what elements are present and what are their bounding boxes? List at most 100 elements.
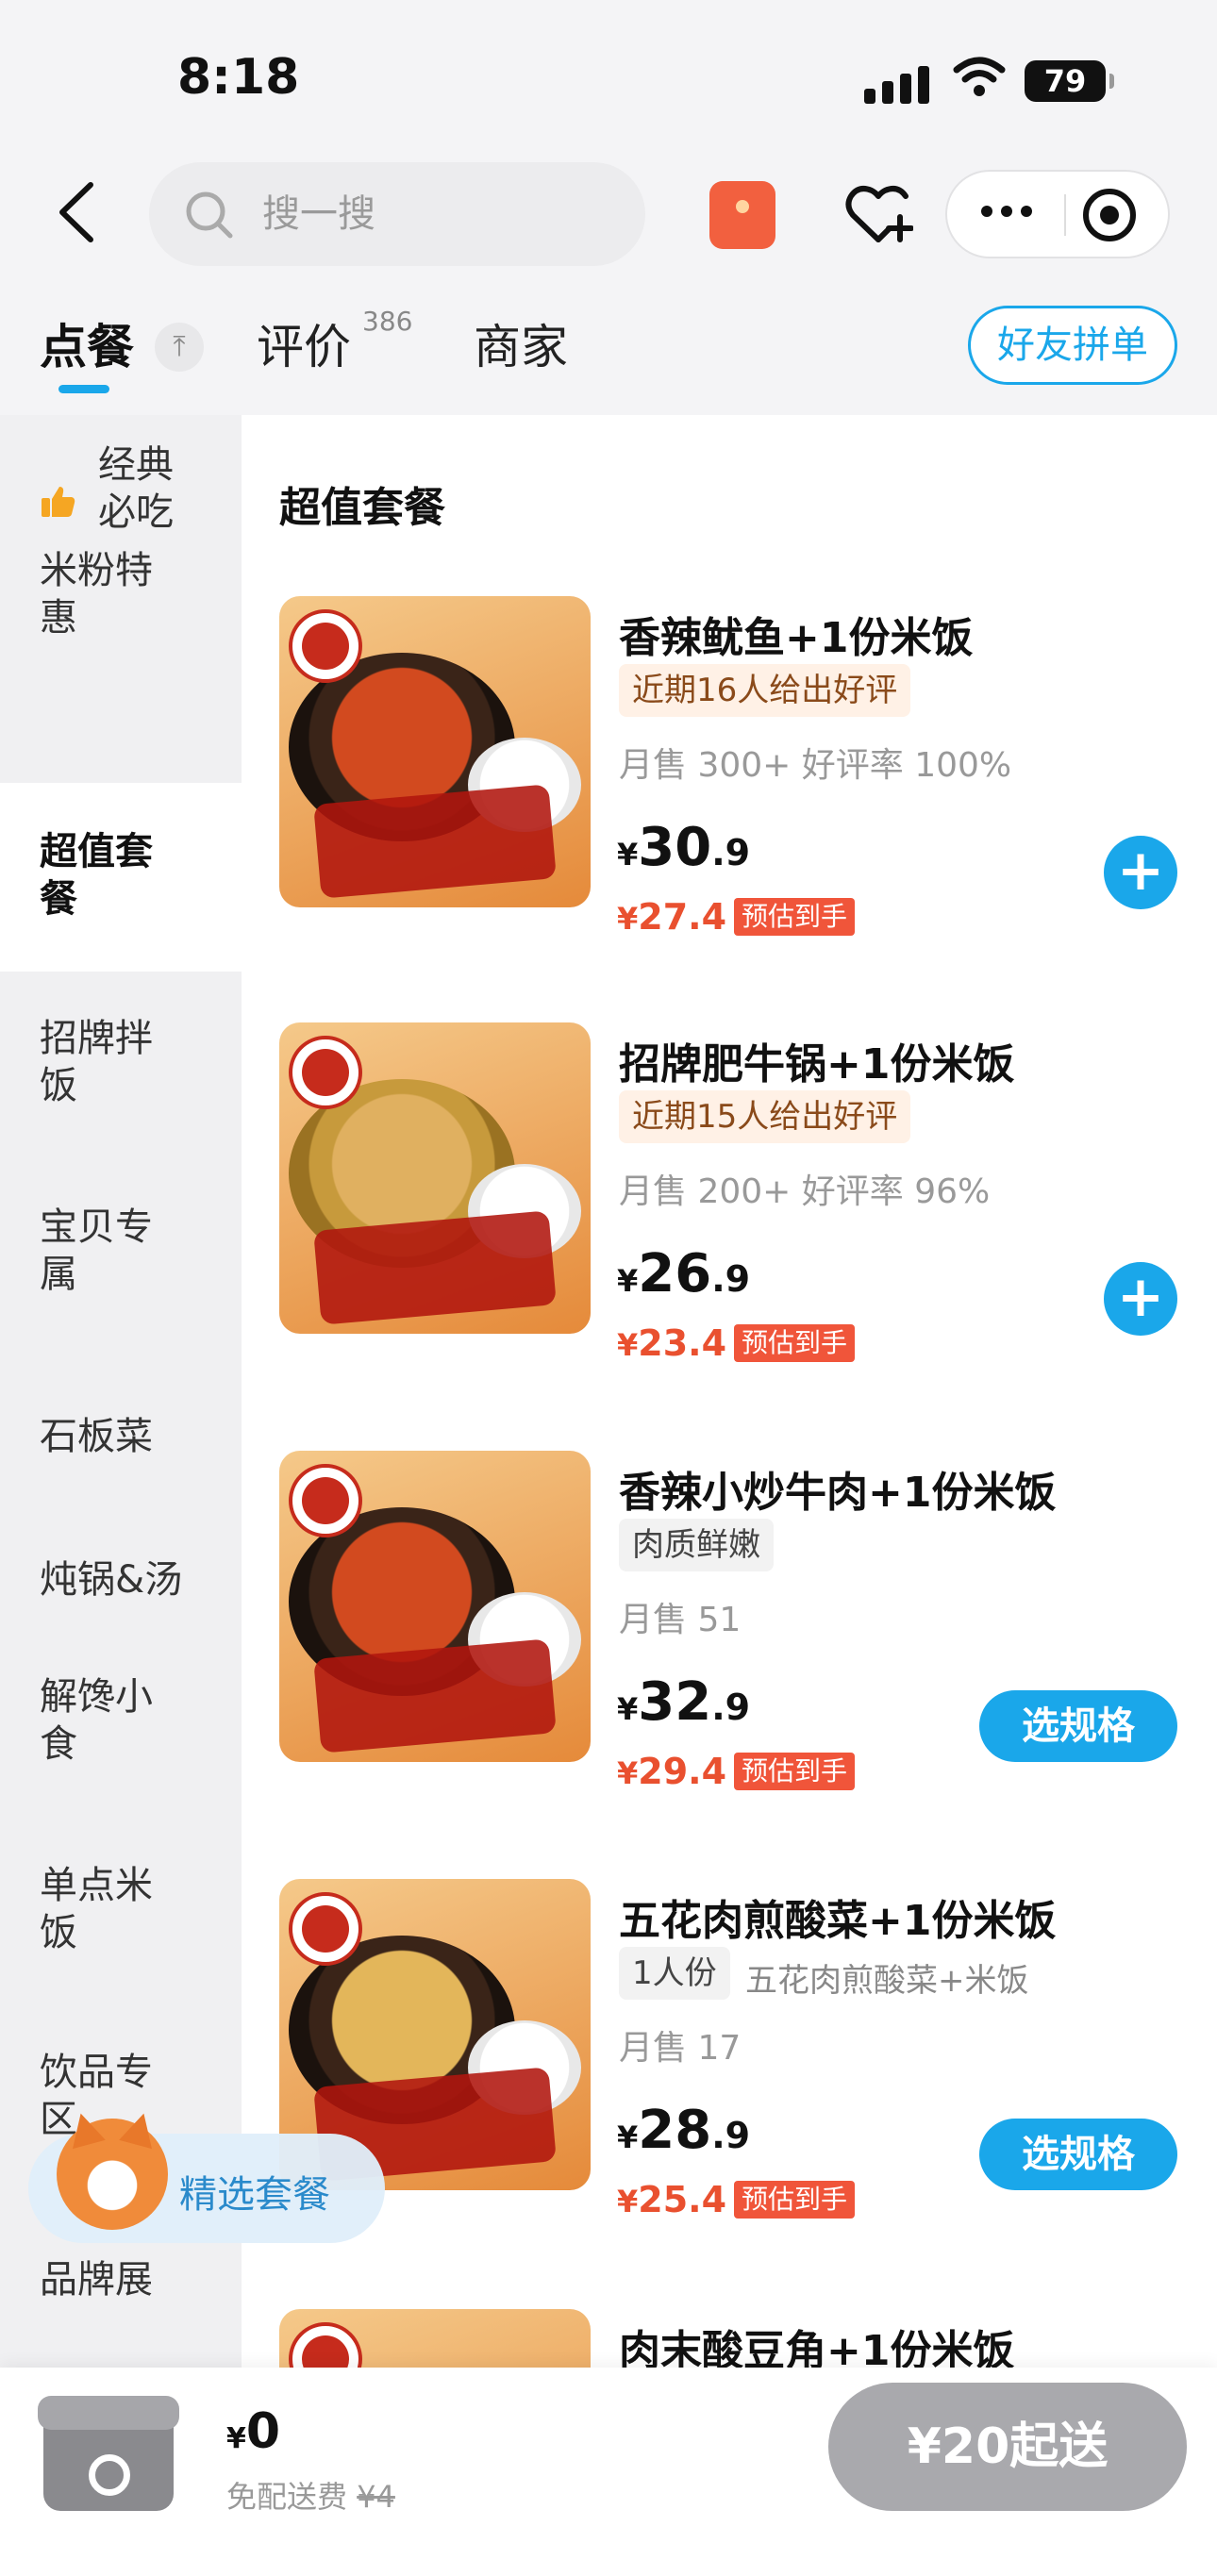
status-bar: 8:18 79 — [0, 0, 1217, 160]
product-name: 肉末酸豆角+1份米饭 — [619, 2327, 1015, 2368]
product-card[interactable]: 香辣小炒牛肉+1份米饭 肉质鲜嫩 月售 51 ¥32.9 ¥29.4 预估到手 选… — [242, 1451, 1217, 1877]
est-currency: ¥ — [617, 2184, 639, 2219]
price-currency: ¥ — [617, 837, 639, 873]
est-amount: 29.4 — [638, 1751, 727, 1792]
select-spec-button[interactable]: 选规格 — [979, 1690, 1177, 1762]
red-packet-icon[interactable] — [709, 181, 775, 249]
estimated-price: ¥27.4 预估到手 — [617, 896, 856, 938]
sidebar-item-value-set[interactable]: 超值套 餐 — [0, 828, 242, 922]
cart-icon[interactable] — [38, 2383, 179, 2515]
sidebar-item-rice-noodle[interactable]: 米粉特 惠 — [0, 547, 242, 641]
product-image[interactable] — [279, 2309, 591, 2368]
section-title: 超值套餐 — [279, 484, 445, 532]
product-tag: 1人份 — [619, 1947, 730, 2000]
delivery-original-fee: ¥4 — [357, 2479, 395, 2515]
est-amount: 25.4 — [638, 2179, 727, 2220]
est-currency: ¥ — [617, 1327, 639, 1363]
favorite-icon[interactable] — [843, 181, 913, 247]
product-name: 香辣鱿鱼+1份米饭 — [619, 614, 974, 662]
tab-reviews[interactable]: 评价 — [257, 309, 351, 377]
product-tag: 肉质鲜嫩 — [619, 1519, 774, 1571]
tab-shop[interactable]: 商家 — [474, 309, 568, 377]
tab-order[interactable]: 点餐 — [40, 309, 134, 377]
product-list: 超值套餐 香辣鱿鱼+1份米饭 近期16人给出好评 月售 300+ 好评率 100… — [242, 415, 1217, 2368]
capsule-divider — [1064, 194, 1066, 236]
est-amount: 23.4 — [638, 1322, 727, 1364]
battery-icon: 79 — [1025, 60, 1114, 102]
product-tag: 近期16人给出好评 — [619, 664, 911, 717]
fresh-made-seal — [289, 1892, 362, 1966]
total-amount: 0 — [245, 2403, 281, 2460]
price-currency: ¥ — [617, 1691, 639, 1727]
back-icon[interactable] — [53, 179, 100, 245]
estimated-price: ¥23.4 预估到手 — [617, 1322, 856, 1364]
product-card[interactable]: 招牌肥牛锅+1份米饭 近期15人给出好评 月售 200+ 好评率 96% ¥26… — [242, 1022, 1217, 1449]
shiba-mascot-icon — [57, 2119, 168, 2230]
pin-top-icon[interactable]: ⤒ — [155, 323, 204, 372]
product-card[interactable]: 五花肉煎酸菜+1份米饭 1人份 五花肉煎酸菜+米饭 月售 17 ¥28.9 ¥2… — [242, 1879, 1217, 2305]
product-tag: 近期15人给出好评 — [619, 1090, 911, 1143]
total-currency: ¥ — [226, 2422, 246, 2455]
image-banner — [313, 1210, 557, 1325]
product-sales: 月售 51 — [619, 1601, 742, 1639]
signal-icon — [864, 66, 929, 104]
estimated-price: ¥25.4 预估到手 — [617, 2179, 856, 2220]
delivery-fee: 免配送费 ¥4 — [226, 2473, 395, 2517]
sidebar-item-stone-plate[interactable]: 石板菜 — [0, 1413, 242, 1460]
featured-set-bubble[interactable]: 精选套餐 — [28, 2119, 385, 2243]
add-to-cart-button[interactable]: + — [1104, 1262, 1177, 1336]
wifi-icon — [953, 57, 1006, 96]
product-card[interactable]: 香辣鱿鱼+1份米饭 近期16人给出好评 月售 300+ 好评率 100% ¥30… — [242, 596, 1217, 1022]
search-input[interactable] — [262, 181, 621, 247]
fresh-made-seal — [289, 2322, 362, 2368]
minimum-order-button[interactable]: ¥20起送 — [828, 2383, 1187, 2511]
product-price: ¥32.9 — [617, 1671, 750, 1733]
fresh-made-seal — [289, 1036, 362, 1109]
product-image[interactable] — [279, 1022, 591, 1334]
est-amount: 27.4 — [638, 896, 727, 938]
sidebar-item-snacks[interactable]: 解馋小 食 — [0, 1673, 242, 1768]
estimated-price: ¥29.4 预估到手 — [617, 1751, 856, 1792]
add-to-cart-button[interactable]: + — [1104, 836, 1177, 909]
status-time: 8:18 — [177, 49, 300, 106]
delivery-label: 免配送费 — [226, 2479, 348, 2515]
price-decimal: .9 — [711, 832, 751, 873]
cart-bar: ¥0 免配送费 ¥4 ¥20起送 — [0, 2368, 1217, 2576]
featured-set-label: 精选套餐 — [179, 2173, 330, 2217]
est-badge: 预估到手 — [734, 2181, 856, 2219]
image-banner — [313, 784, 557, 899]
tab-bar: 点餐 ⤒ 评价 386 商家 好友拼单 — [0, 302, 1217, 415]
image-banner — [313, 1638, 557, 1753]
est-currency: ¥ — [617, 1755, 639, 1791]
sidebar-item-stew[interactable]: 炖锅&汤 — [0, 1556, 242, 1604]
est-currency: ¥ — [617, 901, 639, 937]
price-integer: 28 — [638, 2100, 712, 2161]
product-name: 香辣小炒牛肉+1份米饭 — [619, 1469, 1057, 1517]
reviews-count: 386 — [362, 306, 413, 337]
product-image[interactable] — [279, 596, 591, 907]
group-order-button[interactable]: 好友拼单 — [968, 306, 1177, 385]
price-decimal: .9 — [711, 1687, 751, 1728]
select-spec-button[interactable]: 选规格 — [979, 2119, 1177, 2190]
product-name: 五花肉煎酸菜+1份米饭 — [619, 1897, 1057, 1945]
battery-level: 79 — [1043, 63, 1087, 99]
est-badge: 预估到手 — [734, 898, 856, 936]
sidebar-item-signature-rice[interactable]: 招牌拌 饭 — [0, 1015, 242, 1109]
more-icon[interactable] — [981, 206, 1032, 217]
product-card[interactable]: 肉末酸豆角+1份米饭 — [242, 2309, 1217, 2368]
sidebar-item-classic[interactable]: 经典 必吃 — [0, 441, 242, 536]
product-image[interactable] — [279, 1451, 591, 1762]
product-price: ¥30.9 — [617, 817, 750, 878]
search-bar[interactable] — [149, 162, 645, 266]
product-sales: 月售 17 — [619, 2029, 742, 2068]
price-decimal: .9 — [711, 1258, 751, 1300]
product-price: ¥26.9 — [617, 1243, 750, 1305]
close-target-icon[interactable] — [1083, 189, 1136, 241]
fresh-made-seal — [289, 609, 362, 683]
product-price: ¥28.9 — [617, 2100, 750, 2161]
sidebar-item-rice[interactable]: 单点米 饭 — [0, 1862, 242, 1956]
search-icon — [186, 191, 233, 239]
sidebar-item-kids[interactable]: 宝贝专 属 — [0, 1204, 242, 1298]
category-sidebar: 经典 必吃 米粉特 惠 超值套 餐 招牌拌 饭 宝贝专 属 石板菜 炖锅&汤 解… — [0, 415, 242, 2368]
sidebar-item-brand[interactable]: 品牌展 — [0, 2256, 242, 2303]
